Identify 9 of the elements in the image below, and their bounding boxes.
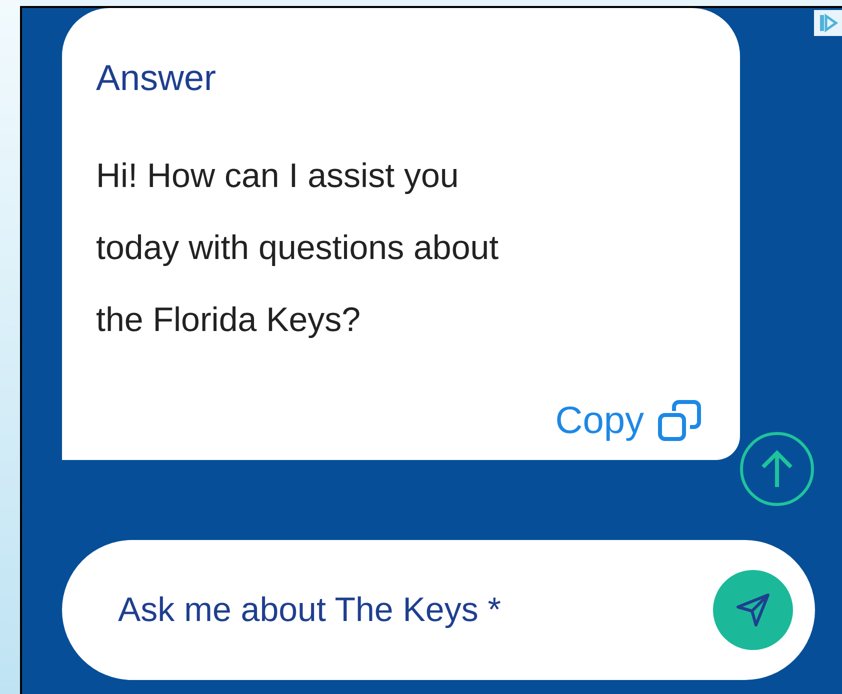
ad-choices-icon[interactable] — [814, 10, 842, 36]
scroll-up-button[interactable] — [740, 432, 814, 506]
arrow-up-icon — [759, 449, 795, 489]
answer-text: Hi! How can I assist you today with questions about the Florida Keys? — [96, 156, 500, 341]
send-icon — [734, 591, 772, 629]
input-field[interactable]: Ask me about The Keys * — [62, 540, 815, 680]
answer-heading: Answer — [96, 56, 218, 100]
copy-button[interactable]: Copy — [555, 396, 704, 446]
text-input[interactable]: Ask me about The Keys * — [118, 584, 713, 636]
